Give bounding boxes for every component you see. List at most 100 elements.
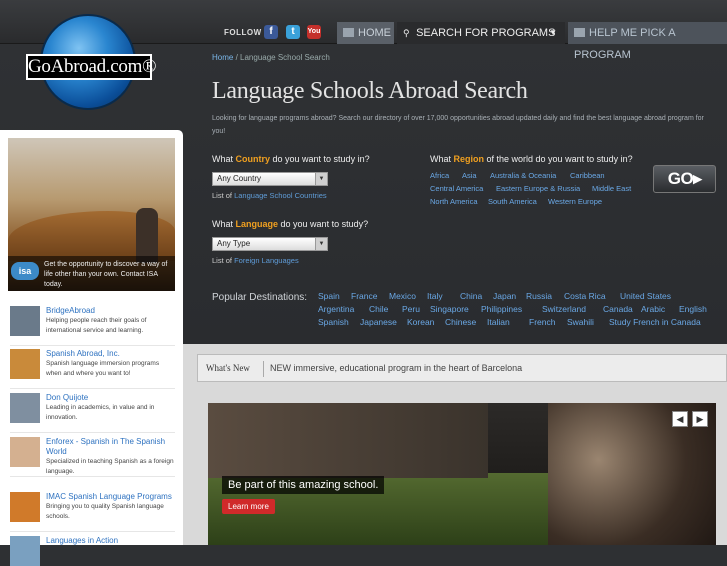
student-photo [548,403,716,545]
region-link[interactable]: Western Europe [548,197,602,206]
destination-link[interactable]: Argentina [318,304,354,314]
nav-search-programs[interactable]: ⚲ SEARCH FOR PROGRAMS ▼ [397,22,565,44]
listing-desc: Specialized in teaching Spanish as a for… [46,458,174,475]
whats-new-bar: What's New NEW immersive, educational pr… [197,354,727,382]
next-slide-button[interactable]: ▶ [692,411,708,427]
facebook-icon[interactable]: f [264,25,278,39]
featured-slider[interactable]: ◀ ▶ Be part of this amazing school. Lear… [208,403,716,545]
listing-desc: Helping people reach their goals of inte… [46,317,147,334]
logo-text: GoAbroad.com® [26,54,157,80]
follow-label: FOLLOW [224,28,262,37]
country-select[interactable]: Any Country ▼ [212,172,328,186]
prev-slide-button[interactable]: ◀ [672,411,688,427]
divider [10,531,175,532]
destination-link[interactable]: United States [620,291,671,301]
region-link[interactable]: North America [430,197,478,206]
listing-desc: Leading in academics, in value and in in… [46,404,155,421]
sidebar: isa Get the opportunity to discover a wa… [0,130,183,566]
region-question: What Region of the world do you want to … [430,154,633,164]
language-question: What Language do you want to study? [212,219,369,229]
listing-title[interactable]: IMAC Spanish Language Programs [46,492,176,502]
divider [10,345,175,346]
destination-link[interactable]: China [460,291,482,301]
listing-thumbnail [10,306,40,336]
listing-thumbnail [10,437,40,467]
language-list: List of Foreign Languages [212,256,299,265]
listing-thumbnail [10,349,40,379]
learn-more-button[interactable]: Learn more [222,499,275,514]
promo-text: Get the opportunity to discover a way of… [44,261,168,288]
country-question: What Country do you want to study in? [212,154,370,164]
isa-promo[interactable]: isa Get the opportunity to discover a wa… [8,138,175,291]
breadcrumb-sep: / [233,53,241,62]
destination-link[interactable]: Singapore [430,304,469,314]
divider [10,476,175,477]
listing-title[interactable]: Don Quijote [46,393,176,403]
region-link[interactable]: South America [488,197,537,206]
destination-link[interactable]: Spain [318,291,340,301]
youtube-icon[interactable]: You [307,25,321,39]
language-list-link[interactable]: Foreign Languages [234,256,299,265]
destination-link[interactable]: Swahili [567,317,594,327]
home-icon [343,28,354,37]
list-icon [574,28,585,37]
region-link[interactable]: Middle East [592,184,631,193]
destination-link[interactable]: Study French in Canada [609,317,701,327]
region-link[interactable]: Australia & Oceania [490,171,556,180]
nav-home[interactable]: HOME [337,22,394,44]
language-select[interactable]: Any Type ▼ [212,237,328,251]
listing-title[interactable]: Enforex - Spanish in The Spanish World [46,437,176,457]
destination-link[interactable]: Italy [427,291,443,301]
divider [263,361,264,377]
go-button[interactable]: GO▸ [653,165,716,193]
destination-link[interactable]: Switzerland [542,304,586,314]
region-link[interactable]: Asia [462,171,477,180]
dropdown-arrow-icon: ▼ [315,238,327,250]
listing-title[interactable]: BridgeAbroad [46,306,176,316]
building-wall [208,403,488,478]
destination-link[interactable]: Mexico [389,291,416,301]
destination-link[interactable]: Chile [369,304,388,314]
destination-link[interactable]: Spanish [318,317,349,327]
listing-title[interactable]: Spanish Abroad, Inc. [46,349,176,359]
destination-link[interactable]: English [679,304,707,314]
destination-link[interactable]: Italian [487,317,510,327]
divider [10,432,175,433]
search-icon: ⚲ [403,28,410,38]
nav-help-pick[interactable]: HELP ME PICK A PROGRAM [568,22,727,61]
chevron-down-icon: ▼ [549,28,557,37]
destination-link[interactable]: Peru [402,304,420,314]
whats-new-text[interactable]: NEW immersive, educational program in th… [270,363,522,373]
destination-link[interactable]: Japanese [360,317,397,327]
country-list: List of Language School Countries [212,191,327,200]
region-link[interactable]: Caribbean [570,171,605,180]
nav-home-label: HOME [358,27,391,39]
listing-thumbnail [10,536,40,566]
page-intro: Looking for language programs abroad? Se… [212,115,704,135]
destination-link[interactable]: Philippines [481,304,522,314]
breadcrumb-home[interactable]: Home [212,53,233,62]
slide-caption: Be part of this amazing school. [222,476,385,494]
destination-link[interactable]: Costa Rica [564,291,606,301]
destination-link[interactable]: Canada [603,304,633,314]
listing-desc: Spanish language immersion programs when… [46,360,160,377]
region-link[interactable]: Africa [430,171,449,180]
country-list-link[interactable]: Language School Countries [234,191,327,200]
destination-link[interactable]: Korean [407,317,434,327]
region-link[interactable]: Central America [430,184,483,193]
destination-link[interactable]: France [351,291,377,301]
destination-link[interactable]: Chinese [445,317,476,327]
destination-link[interactable]: Arabic [641,304,665,314]
site-logo[interactable]: GoAbroad.com® [26,14,157,116]
breadcrumb-current: Language School Search [240,53,330,62]
twitter-icon[interactable]: t [286,25,300,39]
nav-search-label: SEARCH FOR PROGRAMS [416,27,556,39]
destination-link[interactable]: French [529,317,555,327]
region-link[interactable]: Eastern Europe & Russia [496,184,580,193]
whats-new-label: What's New [206,363,250,373]
listing-thumbnail [10,393,40,423]
destination-link[interactable]: Japan [493,291,516,301]
traveler-figure [136,208,158,263]
destination-link[interactable]: Russia [526,291,552,301]
listing-thumbnail [10,492,40,522]
